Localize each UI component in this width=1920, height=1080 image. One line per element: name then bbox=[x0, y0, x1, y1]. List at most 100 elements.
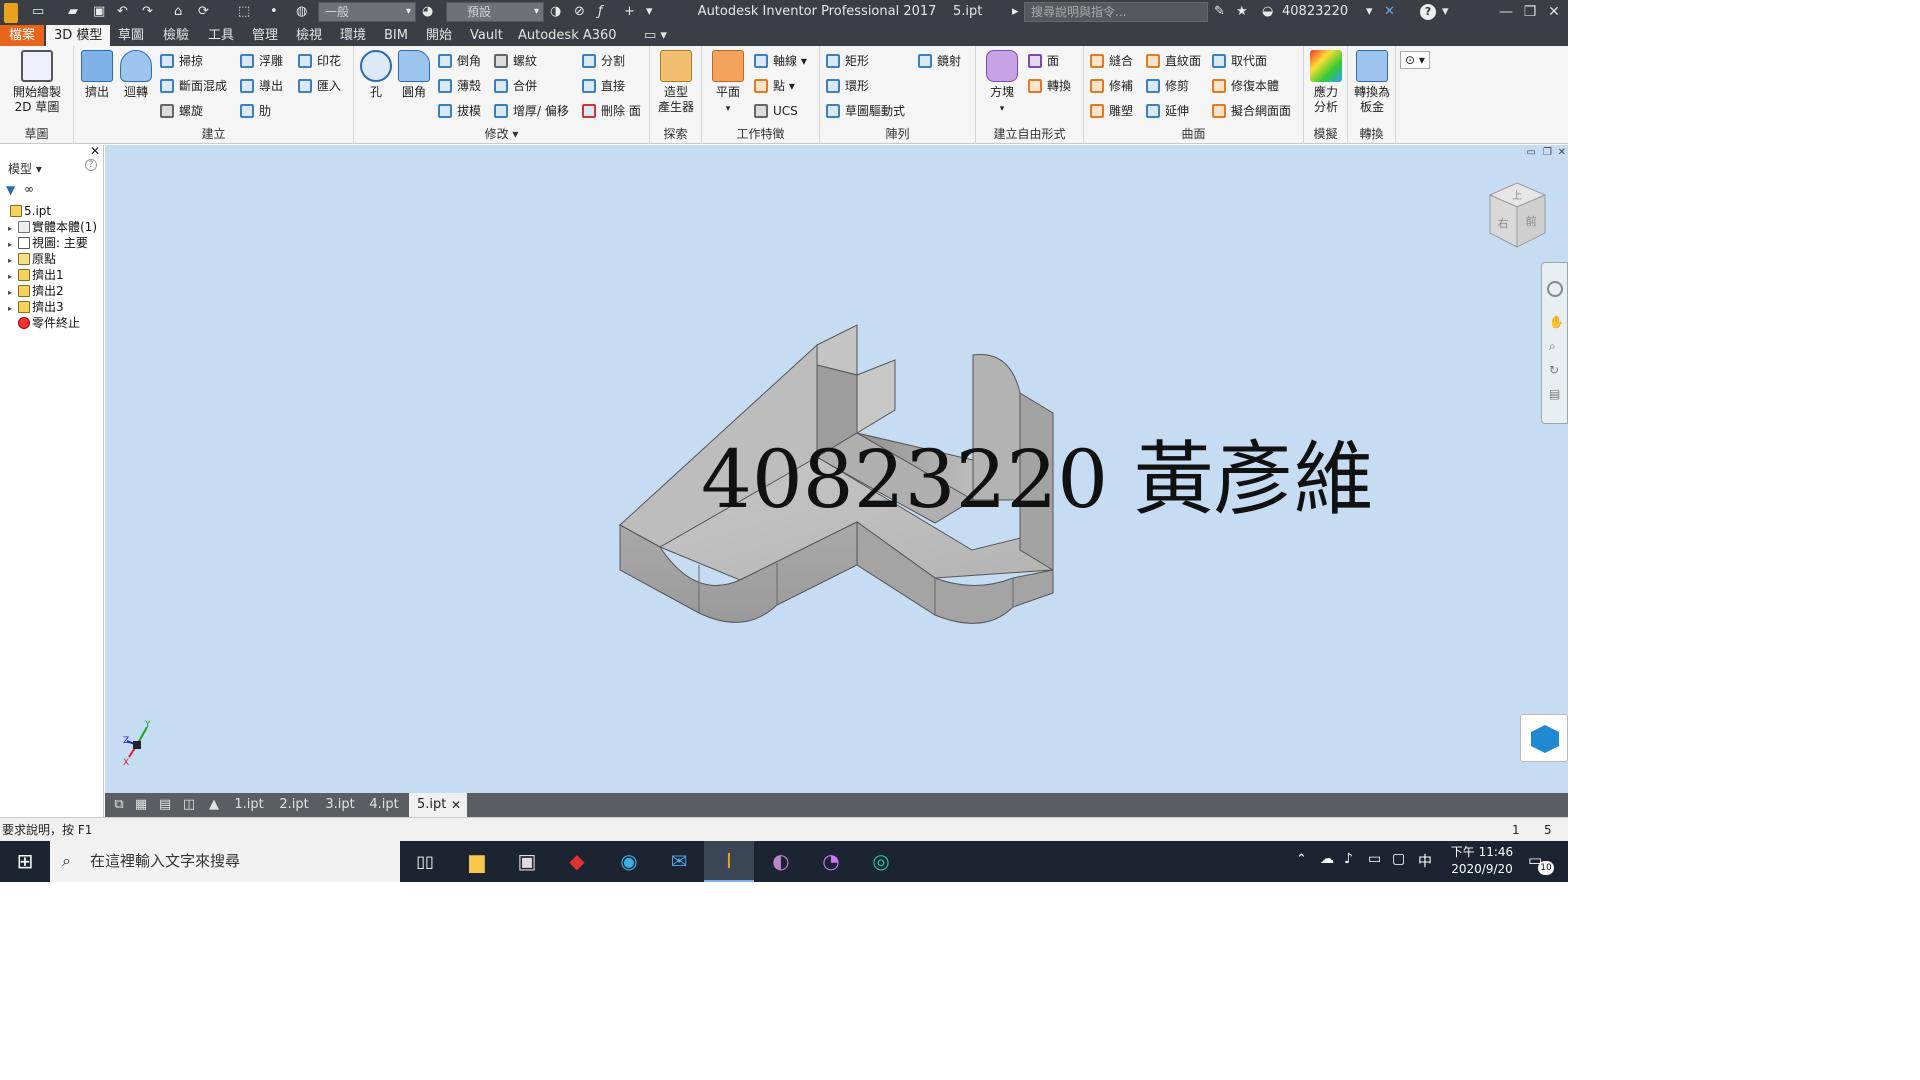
emboss-button[interactable]: 浮雕 bbox=[240, 51, 283, 71]
ucs-button[interactable]: UCS bbox=[754, 101, 798, 121]
fit-mesh-face-button[interactable]: 擬合網面面 bbox=[1212, 101, 1291, 121]
patch-button[interactable]: 修補 bbox=[1090, 76, 1133, 96]
stress-analysis-button[interactable]: 應力 分析 bbox=[1308, 50, 1344, 115]
convert-to-sheet-metal-button[interactable]: 轉換為 板金 bbox=[1352, 50, 1392, 115]
ime-indicator[interactable]: 中 bbox=[1418, 851, 1432, 871]
viewport-close-icon[interactable]: ✕ bbox=[1558, 147, 1566, 158]
tab-tools[interactable]: 工具 bbox=[200, 25, 242, 46]
edge-icon[interactable]: ◉ bbox=[604, 841, 654, 882]
minimize-icon[interactable]: — bbox=[1494, 2, 1518, 22]
tab-3d-model[interactable]: 3D 模型 bbox=[46, 25, 111, 46]
share-button[interactable] bbox=[1520, 714, 1568, 762]
stitch-button[interactable]: 縫合 bbox=[1090, 51, 1133, 71]
tab-inspect[interactable]: 檢驗 bbox=[155, 25, 197, 46]
user-menu-chevron-icon[interactable]: ▾ bbox=[1366, 3, 1373, 21]
tree-item-view[interactable]: ▸ 視圖: 主要 bbox=[8, 235, 88, 251]
close-icon[interactable]: ✕ bbox=[1542, 2, 1566, 22]
freeform-convert-button[interactable]: 轉換 bbox=[1028, 76, 1071, 96]
thicken-button[interactable]: 增厚/ 偏移 bbox=[494, 101, 569, 121]
coil-button[interactable]: 螺旋 bbox=[160, 101, 203, 121]
viewport-minimize-icon[interactable]: ▭ bbox=[1527, 147, 1536, 158]
extend-button[interactable]: 延伸 bbox=[1146, 101, 1189, 121]
browser-close-icon[interactable]: ✕ bbox=[90, 144, 100, 158]
appearance-combo[interactable]: 預設 bbox=[446, 2, 544, 22]
update-icon[interactable]: ⟳ bbox=[198, 3, 209, 21]
split-button[interactable]: 分割 bbox=[582, 51, 625, 71]
undo-icon[interactable]: ↶ bbox=[117, 3, 128, 21]
help-search-input[interactable]: 搜尋說明與指令... bbox=[1024, 2, 1208, 22]
task-view-icon[interactable]: ▯▯ bbox=[400, 841, 450, 882]
tile-icon[interactable]: ▦ bbox=[131, 793, 151, 817]
doc-tab-close-icon[interactable]: ✕ bbox=[451, 793, 461, 817]
sketch-driven-pattern-button[interactable]: 草圖驅動式 bbox=[826, 101, 905, 121]
mail-icon[interactable]: ✉ bbox=[654, 841, 704, 882]
tab-environments[interactable]: 環境 bbox=[332, 25, 374, 46]
tab-sketch[interactable]: 草圖 bbox=[110, 25, 152, 46]
network-icon[interactable]: ▢ bbox=[1392, 851, 1405, 867]
filter-icon[interactable]: ▼ bbox=[6, 183, 15, 197]
chamfer-button[interactable]: 倒角 bbox=[438, 51, 481, 71]
game-app-icon[interactable]: ◆ bbox=[552, 841, 602, 882]
tree-item-extrusion1[interactable]: ▸ 擠出1 bbox=[8, 267, 64, 283]
rib-button[interactable]: 肋 bbox=[240, 101, 271, 121]
home-icon[interactable]: ⌂ bbox=[174, 3, 182, 21]
file-explorer-icon[interactable]: ▆ bbox=[452, 841, 502, 882]
tile-vertical-icon[interactable]: ◫ bbox=[179, 793, 199, 817]
derive-button[interactable]: 導出 bbox=[240, 76, 283, 96]
doc-tab-5[interactable]: 5.ipt ✕ bbox=[409, 793, 467, 817]
tab-vault[interactable]: Vault bbox=[462, 25, 511, 46]
measure-icon[interactable]: • bbox=[270, 3, 278, 21]
tree-item-extrusion2[interactable]: ▸ 擠出2 bbox=[8, 283, 64, 299]
favorites-star-icon[interactable]: ★ bbox=[1236, 3, 1248, 21]
arrange-up-icon[interactable]: ▲ bbox=[205, 793, 223, 817]
doc-tab-3[interactable]: 3.ipt bbox=[319, 793, 361, 817]
mirror-button[interactable]: 鏡射 bbox=[918, 51, 961, 71]
adjust-icon[interactable]: ◑ bbox=[550, 3, 561, 21]
open-file-icon[interactable]: ▰ bbox=[68, 3, 78, 21]
color-wheel-icon[interactable]: ◕ bbox=[422, 3, 433, 21]
combine-button[interactable]: 合併 bbox=[494, 76, 537, 96]
find-binoculars-icon[interactable]: ∞ bbox=[24, 182, 34, 196]
customize-qat-icon[interactable]: ▾ bbox=[646, 3, 653, 21]
tab-bim[interactable]: BIM bbox=[376, 25, 416, 46]
search-binoculars-icon[interactable]: ✎ bbox=[1214, 3, 1225, 21]
thread-button[interactable]: 螺紋 bbox=[494, 51, 537, 71]
ribbon-options-dropdown[interactable]: ⊙ ▾ bbox=[1400, 51, 1430, 69]
expand-arrow-icon[interactable]: ▸ bbox=[1012, 3, 1019, 21]
style-combo[interactable]: 一般 bbox=[318, 2, 416, 22]
photos-app-icon[interactable]: ◔ bbox=[806, 841, 856, 882]
taskbar-search-input[interactable]: 在這裡輸入文字來搜尋 bbox=[50, 841, 400, 882]
import-button[interactable]: 匯入 bbox=[298, 76, 341, 96]
freeform-face-button[interactable]: 面 bbox=[1028, 51, 1059, 71]
tray-chevron-icon[interactable]: ⌃ bbox=[1296, 852, 1307, 867]
ruled-surface-button[interactable]: 直紋面 bbox=[1146, 51, 1201, 71]
shape-generator-button[interactable]: 造型 產生器 bbox=[654, 50, 698, 115]
tab-get-started[interactable]: 開始 bbox=[418, 25, 460, 46]
circ-pattern-button[interactable]: 環形 bbox=[826, 76, 869, 96]
fillet-button[interactable]: 圓角 bbox=[394, 50, 434, 100]
onedrive-icon[interactable]: ☁ bbox=[1320, 851, 1334, 867]
restore-icon[interactable]: ❐ bbox=[1518, 2, 1542, 22]
parameters-icon[interactable]: ƒ bbox=[598, 3, 603, 21]
materials-icon[interactable]: ◍ bbox=[296, 3, 307, 21]
tab-file[interactable]: 檔案 bbox=[0, 25, 45, 46]
user-name[interactable]: 40823220 bbox=[1282, 3, 1348, 21]
tab-manage[interactable]: 管理 bbox=[244, 25, 286, 46]
zoom-icon[interactable]: ⌕ bbox=[1549, 339, 1556, 354]
chrome-icon[interactable]: ◎ bbox=[856, 841, 906, 882]
add-icon[interactable]: + bbox=[624, 3, 635, 21]
volume-icon[interactable]: ♪ bbox=[1344, 851, 1353, 867]
loft-button[interactable]: 斷面混成 bbox=[160, 76, 227, 96]
doc-tab-1[interactable]: 1.ipt bbox=[229, 793, 269, 817]
trim-button[interactable]: 修剪 bbox=[1146, 76, 1189, 96]
clock[interactable]: 下午 11:46 2020/9/20 bbox=[1440, 844, 1524, 878]
tab-a360[interactable]: Autodesk A360 bbox=[510, 25, 625, 46]
paint-icon[interactable]: ◐ bbox=[756, 841, 806, 882]
tab-view[interactable]: 檢視 bbox=[288, 25, 330, 46]
tree-item-part[interactable]: 5.ipt bbox=[10, 203, 51, 219]
draft-button[interactable]: 拔模 bbox=[438, 101, 481, 121]
clear-override-icon[interactable]: ⊘ bbox=[574, 3, 585, 21]
decal-button[interactable]: 印花 bbox=[298, 51, 341, 71]
cascade-icon[interactable]: ⧉ bbox=[109, 793, 129, 817]
axis-button[interactable]: 軸線 ▾ bbox=[754, 51, 807, 71]
